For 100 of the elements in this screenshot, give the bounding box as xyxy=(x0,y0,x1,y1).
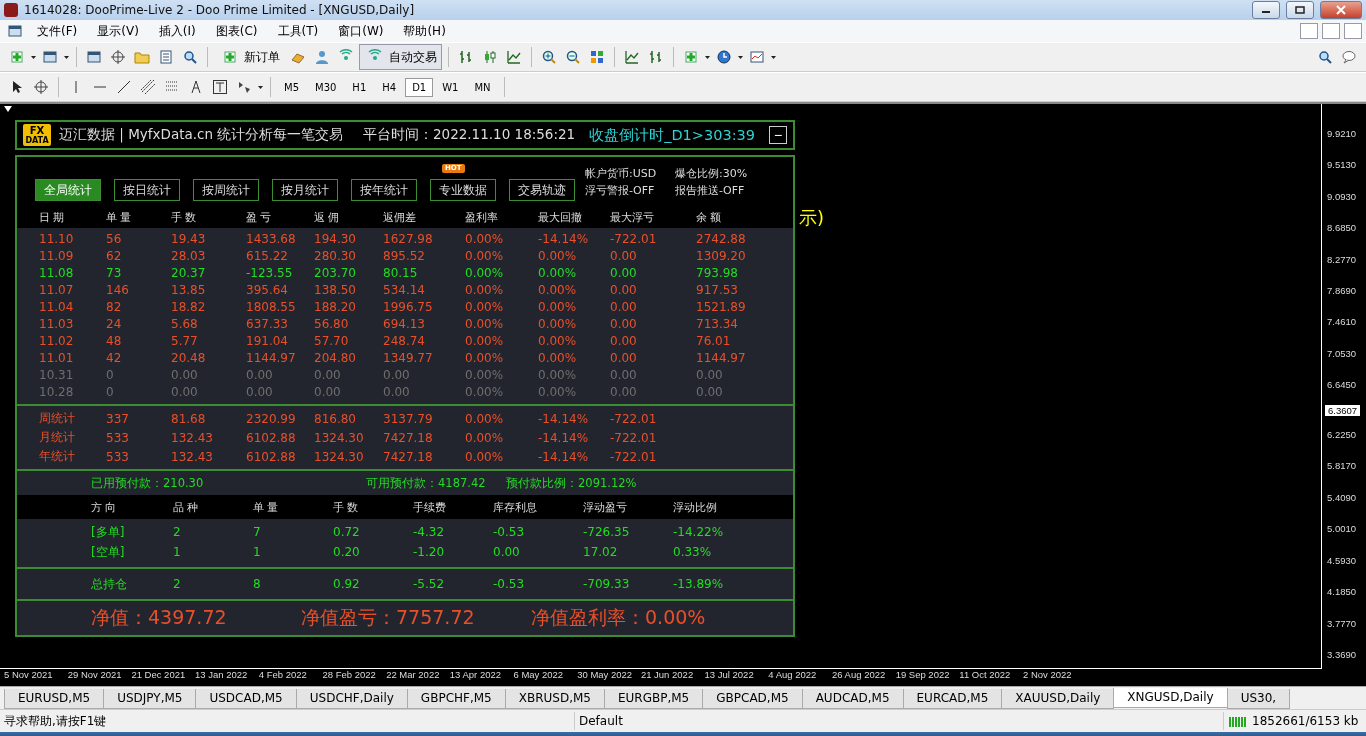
timeframe-button[interactable]: MN xyxy=(467,77,498,97)
summary-cell-text: 533 xyxy=(106,430,130,445)
menu-item[interactable]: 窗口(W) xyxy=(329,20,393,42)
date-label: 13 Apr 2022 xyxy=(449,669,503,682)
date-label: 4 Feb 2022 xyxy=(258,669,308,682)
table-cell-text: 917.53 xyxy=(696,282,739,297)
restore-button[interactable] xyxy=(1322,23,1340,39)
position-cell-text: [多单] xyxy=(91,523,126,541)
date-label: 29 Nov 2021 xyxy=(67,669,123,682)
menu-item[interactable]: 插入(I) xyxy=(149,20,205,42)
stats-tab[interactable]: 专业数据 xyxy=(430,179,496,201)
summary-cell-text: 533 xyxy=(106,449,130,464)
setting-label: 帐户货币:USD xyxy=(585,166,658,181)
table-cell-text: 11.02 xyxy=(39,333,75,348)
chart-tab[interactable]: GBPCHF,M5 xyxy=(406,689,506,709)
position-cell-text: 1 xyxy=(173,545,182,559)
summary-cell-text: -14.14% xyxy=(538,430,590,445)
timeframe-button[interactable]: M5 xyxy=(277,77,306,97)
position-cell-text: 0.20 xyxy=(333,545,361,559)
timeframe-button[interactable]: H4 xyxy=(375,77,404,97)
date-label: 19 Sep 2022 xyxy=(895,669,951,682)
price-label: 3.3690 xyxy=(1326,648,1358,661)
stats-tab[interactable]: 按周统计 xyxy=(193,179,259,201)
margin-stat: 可用预付款：4187.42 xyxy=(366,475,487,491)
chart-tab[interactable]: USDJPY,M5 xyxy=(103,689,197,709)
stats-tab[interactable]: 按年统计 xyxy=(351,179,417,201)
position-cell-text: -0.53 xyxy=(493,525,526,539)
stats-tab[interactable]: 全局统计 xyxy=(35,179,101,201)
chart-tab[interactable]: USDCHF,Daily xyxy=(295,689,408,709)
table-cell-text: 713.34 xyxy=(696,316,739,331)
chart-tab[interactable]: XBRUSD,M5 xyxy=(504,689,605,709)
menu-item[interactable]: 显示(V) xyxy=(88,20,148,42)
chart-tab[interactable]: EURGBP,M5 xyxy=(603,689,704,709)
table-cell-text: 20.48 xyxy=(171,350,207,365)
table-cell-text: 56 xyxy=(106,231,123,246)
auto-trading-button[interactable]: 自动交易 xyxy=(359,44,442,70)
table-cell-text: 24 xyxy=(106,316,123,331)
collapse-button[interactable]: − xyxy=(769,126,787,144)
chart-tab[interactable]: XNGUSD,Daily xyxy=(1113,688,1228,708)
total-cell-text: -0.53 xyxy=(493,577,526,591)
chart-tab[interactable]: US30, xyxy=(1226,689,1291,709)
chart-tab[interactable]: XAUUSD,Daily xyxy=(1001,689,1115,709)
table-cell-text: 0.00% xyxy=(465,316,505,331)
stats-tab[interactable]: 按月统计 xyxy=(272,179,338,201)
window-title: 1614028: DooPrime-Live 2 - Doo Prime Limited - [XNGUSD,Daily] xyxy=(24,3,416,17)
table-cell-text: 13.85 xyxy=(171,282,207,297)
chart-tab[interactable]: GBPCAD,M5 xyxy=(702,689,803,709)
price-label: 6.6450 xyxy=(1326,379,1358,392)
menu-item[interactable]: 文件(F) xyxy=(28,20,87,42)
stats-tab[interactable]: 按日统计 xyxy=(114,179,180,201)
table-cell-text: 20.37 xyxy=(171,265,207,280)
table-cell-text: 0.00% xyxy=(465,282,505,297)
table-cell-text: 11.08 xyxy=(39,265,75,280)
table-cell-text: 11.07 xyxy=(39,282,75,297)
price-label: 5.4090 xyxy=(1326,491,1358,504)
table-cell-text: 48 xyxy=(106,333,123,348)
summary-cell-text: 1324.30 xyxy=(314,449,365,464)
chart-tab[interactable]: AUDCAD,M5 xyxy=(801,689,904,709)
timeframe-button[interactable]: D1 xyxy=(405,77,434,97)
menu-item[interactable]: 工具(T) xyxy=(268,20,328,42)
price-label: 8.6850 xyxy=(1326,222,1358,235)
table-cell-text: 615.22 xyxy=(246,248,289,263)
table-cell-text: 0.00 xyxy=(610,350,638,365)
table-cell-text: 0.00 xyxy=(610,316,638,331)
price-label: 4.5930 xyxy=(1326,554,1358,567)
close-countdown: 收盘倒计时_D1>303:39 xyxy=(589,125,755,145)
timeframe-button[interactable]: W1 xyxy=(435,77,466,97)
close-button[interactable] xyxy=(1320,1,1362,19)
chart-tab[interactable]: EURUSD,M5 xyxy=(4,689,105,709)
menu-item[interactable]: 图表(C) xyxy=(206,20,267,42)
status-help: 寻求帮助,请按F1键 xyxy=(3,712,108,730)
summary-cell-text: 0.00% xyxy=(465,430,505,445)
stats-tab[interactable]: 交易轨迹 xyxy=(509,179,575,201)
chart-tab[interactable]: EURCAD,M5 xyxy=(902,689,1003,709)
app-icon xyxy=(4,3,18,17)
table-cell-text: 0.00% xyxy=(538,282,578,297)
setting-label: 报告推送-OFF xyxy=(675,183,746,198)
table-cell-text: 0.00% xyxy=(465,367,505,382)
close-button[interactable] xyxy=(1344,23,1362,39)
price-label: 7.4610 xyxy=(1326,316,1358,329)
total-cell-text: 总持仓 xyxy=(91,575,128,593)
new-order-button[interactable]: 新订单 xyxy=(214,44,285,70)
maximize-button[interactable] xyxy=(1286,1,1314,19)
minimize-button[interactable] xyxy=(1252,1,1280,19)
timeframe-button[interactable]: M30 xyxy=(308,77,344,97)
table-cell-text: 0.00% xyxy=(465,248,505,263)
price-label: 7.8690 xyxy=(1326,285,1358,298)
summary-cell-text: 81.68 xyxy=(171,411,207,426)
menu-item[interactable]: 帮助(H) xyxy=(394,20,455,42)
chart-tab[interactable]: USDCAD,M5 xyxy=(195,689,297,709)
position-cell-text: [空单] xyxy=(91,543,126,561)
table-cell-text: 793.98 xyxy=(696,265,739,280)
total-cell-text: 2 xyxy=(173,577,182,591)
table-cell-text: 204.80 xyxy=(314,350,357,365)
table-cell-text: 0 xyxy=(106,367,115,382)
table-cell-text: 19.43 xyxy=(171,231,207,246)
summary-cell-text: 0.00% xyxy=(465,411,505,426)
setting-label: 爆仓比例:30% xyxy=(675,166,749,181)
table-cell-text: 1627.98 xyxy=(383,231,434,246)
timeframe-button[interactable]: H1 xyxy=(345,77,374,97)
